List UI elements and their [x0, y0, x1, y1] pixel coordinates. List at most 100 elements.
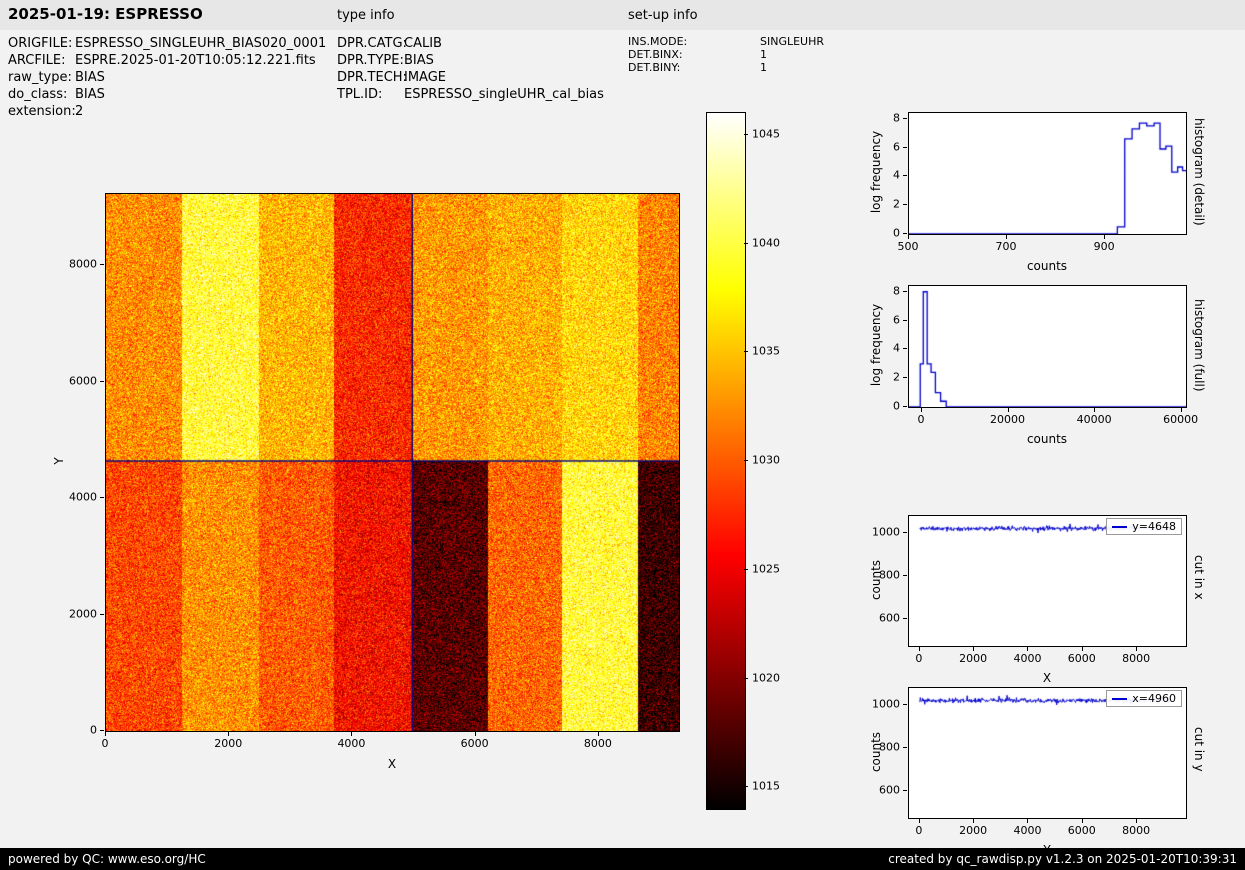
tick-mark — [1006, 235, 1007, 239]
tick-mark — [903, 532, 907, 533]
tick-mark — [903, 406, 907, 407]
tick-label: 0 — [915, 824, 922, 837]
setup-info-row: DET.BINY:1 — [628, 61, 767, 74]
tick-label: 800 — [879, 568, 900, 581]
tick-mark — [903, 747, 907, 748]
tick-mark — [744, 351, 748, 352]
plot-caption: cut in x — [1192, 555, 1206, 600]
field-value: CALIB — [404, 36, 442, 51]
tick-label: 0 — [102, 737, 109, 750]
field-label: DPR.CATG: — [337, 36, 404, 51]
tick-mark — [351, 732, 352, 736]
tick-label: 2000 — [959, 652, 987, 665]
tick-label: 500 — [898, 240, 919, 253]
tick-mark — [100, 497, 104, 498]
field-label: INS.MODE: — [628, 35, 760, 48]
x-axis-label: X — [388, 757, 396, 771]
tick-mark — [903, 377, 907, 378]
setup-info-row: INS.MODE:SINGLEUHR — [628, 35, 824, 48]
tick-label: 800 — [879, 740, 900, 753]
tick-mark — [1027, 819, 1028, 823]
tick-label: 2000 — [959, 824, 987, 837]
field-value: ESPRE.2025-01-20T10:05:12.221.fits — [75, 53, 316, 68]
y-axis-label: log frequency — [869, 131, 883, 213]
tick-label: 900 — [1094, 240, 1115, 253]
file-info-row: do_class:BIAS — [8, 87, 105, 102]
tick-mark — [1136, 647, 1137, 651]
field-label: DET.BINY: — [628, 61, 760, 74]
x-axis-label: X — [1043, 671, 1051, 685]
tick-label: 40000 — [1077, 413, 1112, 426]
page-title: 2025-01-19: ESPRESSO — [8, 5, 203, 23]
tick-mark — [100, 614, 104, 615]
tick-mark — [903, 118, 907, 119]
cut-in-y-plot: x=4960 Y counts cut in y 020004000600080… — [908, 687, 1185, 817]
tick-mark — [1082, 819, 1083, 823]
type-info-row: DPR.CATG:CALIB — [337, 36, 442, 51]
tick-mark — [973, 819, 974, 823]
tick-label: 2000 — [214, 737, 242, 750]
field-value: ESPRESSO_singleUHR_cal_bias — [404, 87, 604, 102]
bias-image-plot: X Y 0200040006000800002000400060008000 — [105, 193, 678, 730]
tick-mark — [921, 408, 922, 412]
tick-label: 8000 — [1122, 824, 1150, 837]
tick-label: 4000 — [1013, 824, 1041, 837]
y-axis-label: Y — [52, 457, 66, 464]
field-label: ARCFILE: — [8, 53, 75, 68]
tick-label: 4000 — [69, 491, 97, 504]
field-value: 1 — [760, 48, 767, 61]
tick-mark — [744, 678, 748, 679]
tick-mark — [744, 134, 748, 135]
field-value: SINGLEUHR — [760, 35, 824, 48]
field-label: extension: — [8, 104, 75, 119]
tick-mark — [919, 647, 920, 651]
tick-label: 2000 — [69, 607, 97, 620]
legend-cut-y: x=4960 — [1106, 690, 1182, 707]
tick-label: 1040 — [752, 236, 780, 249]
tick-mark — [903, 704, 907, 705]
field-label: DPR.TYPE: — [337, 53, 404, 68]
type-info-row: DPR.TYPE:BIAS — [337, 53, 434, 68]
tick-mark — [1136, 819, 1137, 823]
bias-image-canvas — [105, 193, 680, 732]
field-label: ORIGFILE: — [8, 36, 75, 51]
field-label: do_class: — [8, 87, 75, 102]
type-info-row: TPL.ID:ESPRESSO_singleUHR_cal_bias — [337, 87, 604, 102]
tick-label: 0 — [90, 724, 97, 737]
tick-mark — [744, 786, 748, 787]
tick-mark — [1027, 647, 1028, 651]
field-label: TPL.ID: — [337, 87, 404, 102]
tick-label: 6000 — [1068, 824, 1096, 837]
tick-mark — [903, 575, 907, 576]
tick-mark — [903, 175, 907, 176]
field-value: BIAS — [75, 87, 105, 102]
tick-label: 6 — [893, 140, 900, 153]
tick-mark — [228, 732, 229, 736]
tick-label: 1035 — [752, 345, 780, 358]
tick-mark — [903, 204, 907, 205]
tick-label: 8000 — [1122, 652, 1150, 665]
tick-label: 0 — [893, 227, 900, 240]
tick-label: 0 — [893, 400, 900, 413]
field-label: DPR.TECH: — [337, 70, 404, 85]
tick-label: 2 — [893, 371, 900, 384]
tick-label: 4000 — [1013, 652, 1041, 665]
colorbar-canvas — [706, 112, 746, 810]
field-value: 1 — [760, 61, 767, 74]
file-info-row: ORIGFILE:ESPRESSO_SINGLEUHR_BIAS020_0001 — [8, 36, 326, 51]
tick-label: 1015 — [752, 780, 780, 793]
tick-label: 1000 — [872, 697, 900, 710]
tick-label: 700 — [996, 240, 1017, 253]
field-value: BIAS — [75, 70, 105, 85]
tick-mark — [903, 618, 907, 619]
tick-mark — [1094, 408, 1095, 412]
tick-mark — [919, 819, 920, 823]
tick-label: 600 — [879, 783, 900, 796]
legend-line-swatch — [1112, 698, 1127, 700]
tick-label: 0 — [917, 413, 924, 426]
file-info-row: extension:2 — [8, 104, 83, 119]
field-value: 2 — [75, 104, 83, 119]
type-info-row: DPR.TECH:IMAGE — [337, 70, 446, 85]
tick-label: 1045 — [752, 127, 780, 140]
y-axis-label: log frequency — [869, 304, 883, 386]
